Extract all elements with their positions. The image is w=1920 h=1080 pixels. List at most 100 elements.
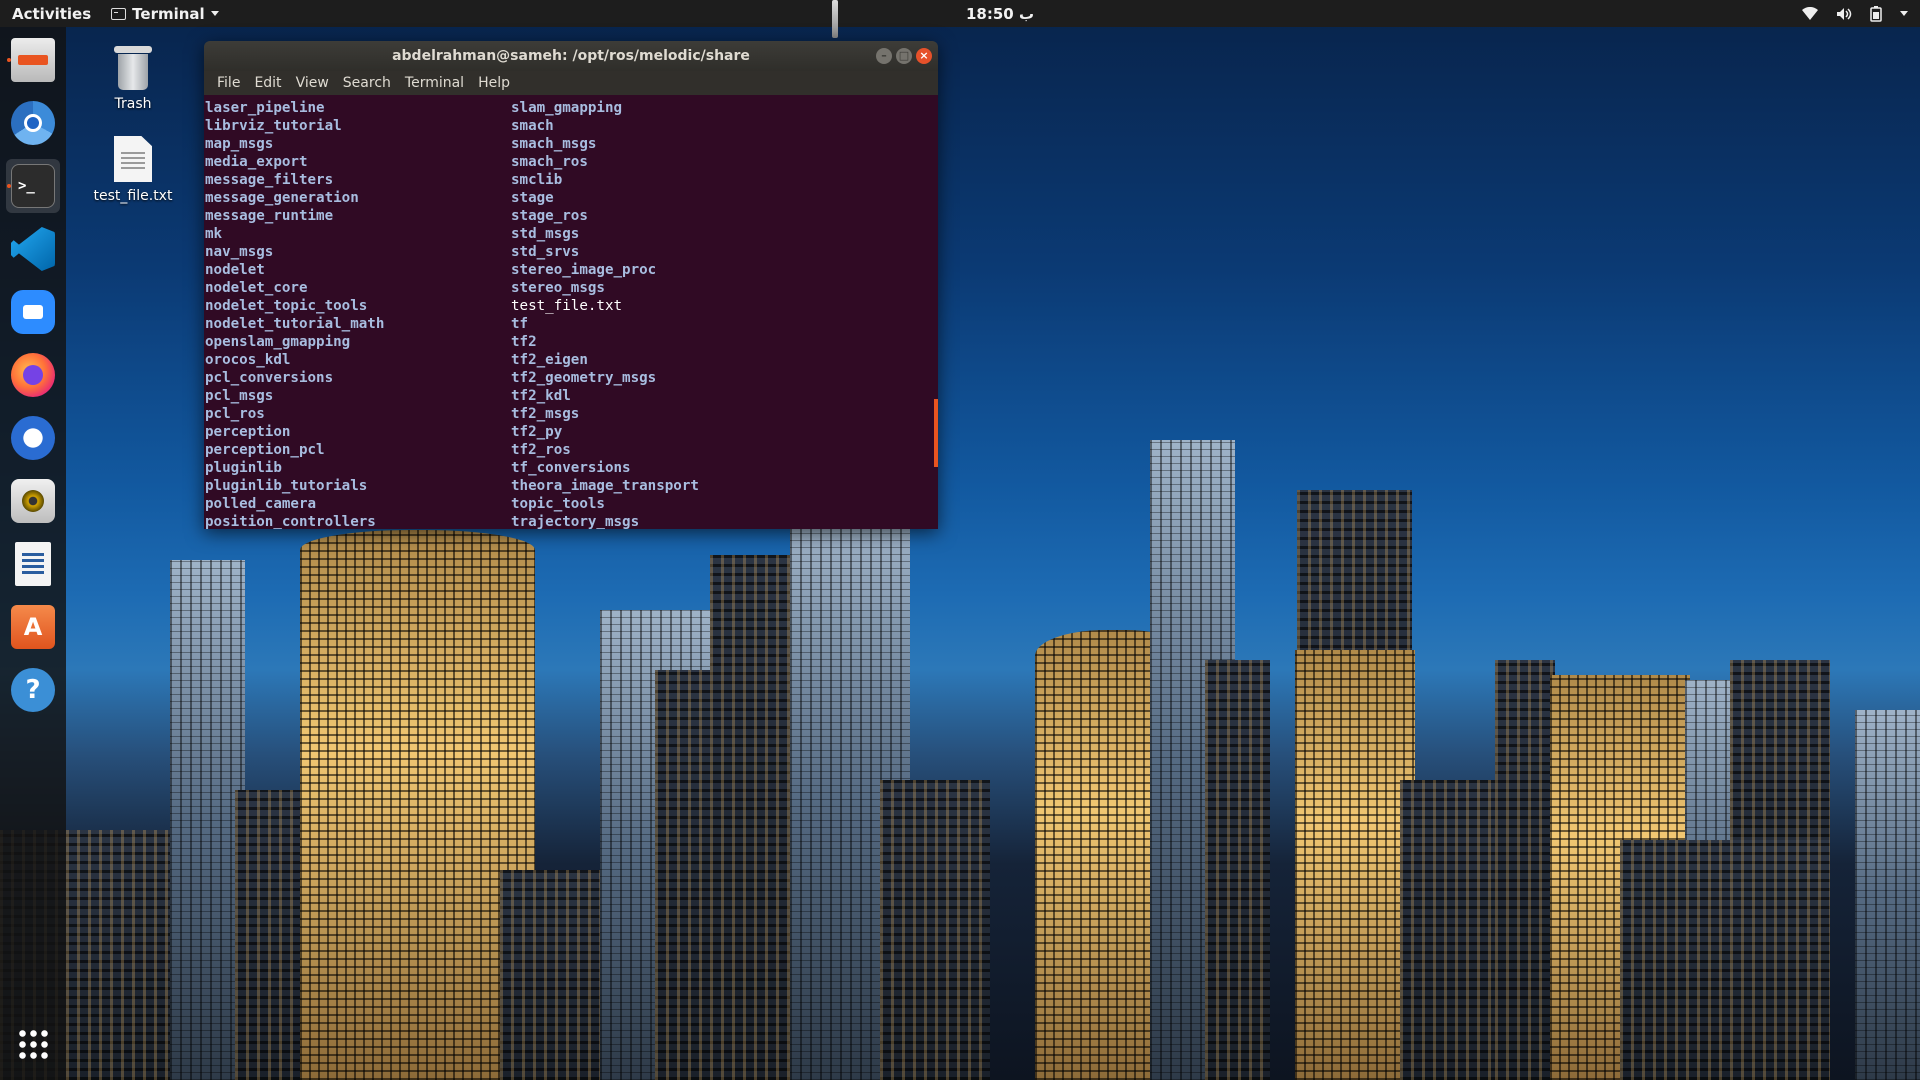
writer-icon bbox=[15, 542, 51, 586]
system-tray[interactable] bbox=[1802, 5, 1908, 22]
listing-entry: tf2_geometry_msgs bbox=[511, 370, 657, 386]
chevron-down-icon bbox=[210, 11, 219, 16]
dock-item-help[interactable]: ? bbox=[6, 663, 60, 717]
file-cabinet-icon bbox=[11, 38, 55, 82]
terminal-scrollbar[interactable] bbox=[934, 399, 938, 467]
menu-terminal[interactable]: Terminal bbox=[398, 75, 471, 91]
battery-icon bbox=[1870, 5, 1882, 22]
menu-file[interactable]: File bbox=[210, 75, 247, 91]
close-button[interactable]: × bbox=[916, 48, 932, 64]
listing-entry: map_msgs bbox=[205, 136, 274, 152]
menu-edit[interactable]: Edit bbox=[247, 75, 288, 91]
dock-item-rhythmbox[interactable] bbox=[6, 474, 60, 528]
desktop-icon-label: Trash bbox=[114, 96, 152, 112]
listing-entry: tf_conversions bbox=[511, 460, 631, 476]
dock-item-vscode[interactable] bbox=[6, 222, 60, 276]
listing-entry: stereo_image_proc bbox=[511, 262, 657, 278]
volume-icon bbox=[1837, 7, 1852, 20]
listing-entry: nav_msgs bbox=[205, 244, 274, 260]
listing-entry: std_srvs bbox=[511, 244, 580, 260]
trash-icon bbox=[114, 46, 152, 90]
show-applications-button[interactable] bbox=[6, 1017, 60, 1071]
listing-entry: theora_image_transport bbox=[511, 478, 699, 494]
listing-entry: perception bbox=[205, 424, 291, 440]
listing-entry: pluginlib_tutorials bbox=[205, 478, 368, 494]
listing-entry: tf2_eigen bbox=[511, 352, 588, 368]
listing-entry: polled_camera bbox=[205, 496, 317, 512]
vscode-icon bbox=[11, 227, 55, 271]
top-bar: Activities Terminal 18:50 ب bbox=[0, 0, 1920, 27]
software-center-icon: A bbox=[11, 605, 55, 649]
firefox-icon bbox=[11, 353, 55, 397]
window-title: abdelrahman@sameh: /opt/ros/melodic/shar… bbox=[392, 48, 750, 64]
listing-entry: stage bbox=[511, 190, 554, 206]
menu-view[interactable]: View bbox=[289, 75, 336, 91]
listing-entry: message_generation bbox=[205, 190, 359, 206]
dock: >_ A ? bbox=[0, 27, 66, 1080]
listing-column-1: laser_pipeline librviz_tutorial map_msgsme… bbox=[205, 99, 511, 529]
listing-entry: slam_gmapping bbox=[511, 100, 623, 116]
terminal-output[interactable]: laser_pipeline librviz_tutorial map_msgsme… bbox=[204, 95, 938, 529]
chromium-icon bbox=[11, 101, 55, 145]
listing-entry: tf2_kdl bbox=[511, 388, 571, 404]
listing-entry: tf2_msgs bbox=[511, 406, 580, 422]
dock-item-terminal[interactable]: >_ bbox=[6, 159, 60, 213]
terminal-window[interactable]: abdelrahman@sameh: /opt/ros/melodic/shar… bbox=[204, 41, 938, 529]
activities-button[interactable]: Activities bbox=[0, 5, 103, 23]
listing-entry: trajectory_msgs bbox=[511, 514, 640, 529]
dock-item-chromium[interactable] bbox=[6, 96, 60, 150]
app-menu-label: Terminal bbox=[132, 4, 205, 23]
maximize-button[interactable]: □ bbox=[896, 48, 912, 64]
dock-item-thunderbird[interactable] bbox=[6, 411, 60, 465]
menu-help[interactable]: Help bbox=[471, 75, 517, 91]
listing-entry: nodelet bbox=[205, 262, 265, 278]
dock-item-firefox[interactable] bbox=[6, 348, 60, 402]
window-close-indicator bbox=[832, 0, 838, 38]
listing-column-2: slam_gmappingsmach smach_msgs smach_rossmc… bbox=[511, 99, 817, 529]
listing-entry: tf2 bbox=[511, 334, 537, 350]
listing-entry: tf2_ros bbox=[511, 442, 571, 458]
listing-entry: message_runtime bbox=[205, 208, 334, 224]
listing-entry: std_msgs bbox=[511, 226, 580, 242]
rhythmbox-icon bbox=[11, 479, 55, 523]
listing-entry: media_export bbox=[205, 154, 308, 170]
listing-entry: pcl_msgs bbox=[205, 388, 274, 404]
listing-entry: orocos_kdl bbox=[205, 352, 291, 368]
help-icon: ? bbox=[11, 668, 55, 712]
listing-entry: librviz_tutorial bbox=[205, 118, 342, 134]
desktop-icon-test-file[interactable]: test_file.txt bbox=[88, 136, 178, 204]
listing-entry: nodelet_topic_tools bbox=[205, 298, 368, 314]
wifi-icon bbox=[1802, 6, 1818, 20]
listing-entry: smach bbox=[511, 118, 554, 134]
listing-entry: smach_msgs bbox=[511, 136, 597, 152]
menu-search[interactable]: Search bbox=[336, 75, 398, 91]
dock-item-writer[interactable] bbox=[6, 537, 60, 591]
listing-entry: topic_tools bbox=[511, 496, 605, 512]
listing-entry: laser_pipeline bbox=[205, 100, 325, 116]
listing-entry: stereo_msgs bbox=[511, 280, 605, 296]
listing-entry: test_file.txt bbox=[511, 298, 623, 314]
dock-item-zoom[interactable] bbox=[6, 285, 60, 339]
listing-entry: pcl_ros bbox=[205, 406, 265, 422]
app-menu[interactable]: Terminal bbox=[103, 5, 227, 23]
listing-entry: stage_ros bbox=[511, 208, 588, 224]
listing-entry: smclib bbox=[511, 172, 563, 188]
minimize-button[interactable]: – bbox=[876, 48, 892, 64]
terminal-icon: >_ bbox=[11, 164, 55, 208]
clock[interactable]: 18:50 ب bbox=[966, 5, 1034, 23]
window-titlebar[interactable]: abdelrahman@sameh: /opt/ros/melodic/shar… bbox=[204, 41, 938, 71]
desktop-icon-trash[interactable]: Trash bbox=[88, 46, 178, 112]
desktop-icon-label: test_file.txt bbox=[93, 188, 173, 204]
terminal-menubar: File Edit View Search Terminal Help bbox=[204, 71, 938, 95]
listing-entry: message_filters bbox=[205, 172, 334, 188]
listing-entry: smach_ros bbox=[511, 154, 588, 170]
dock-item-files[interactable] bbox=[6, 33, 60, 87]
listing-entry: perception_pcl bbox=[205, 442, 325, 458]
dock-item-software[interactable]: A bbox=[6, 600, 60, 654]
listing-entry: nodelet_tutorial_math bbox=[205, 316, 385, 332]
terminal-icon bbox=[111, 7, 127, 20]
listing-entry: tf bbox=[511, 316, 529, 332]
listing-entry: mk bbox=[205, 226, 223, 242]
app-grid-icon bbox=[17, 1028, 49, 1060]
text-file-icon bbox=[114, 136, 152, 182]
